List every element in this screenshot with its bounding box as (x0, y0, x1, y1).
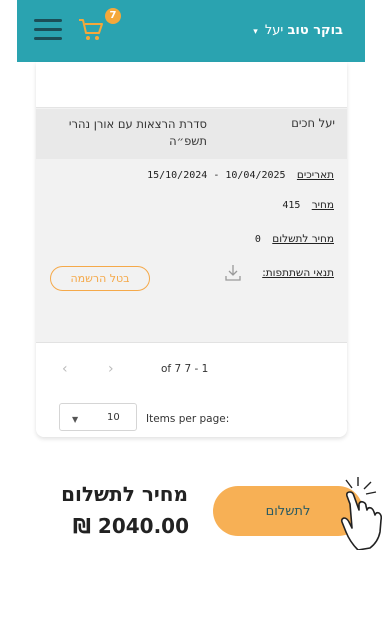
dates-line: תאריכים 10/04/2025 - 15/10/2024 (147, 169, 334, 181)
total-price-amount: 2040.00 ₪ (72, 514, 189, 538)
price-label: מחיר (311, 199, 334, 211)
dates-label: תאריכים (296, 169, 334, 181)
registration-row[interactable]: יעל חכים סדרת הרצאות עם אורן נהרי תשפ״ה (36, 109, 347, 159)
user-name: יעל (264, 23, 284, 38)
to-pay-value: 0 (254, 234, 261, 245)
terms-label[interactable]: תנאי השתתפות: (262, 267, 334, 279)
cart-count-badge: 7 (105, 8, 121, 24)
greeting-text: בוקר טוב (287, 23, 343, 38)
download-icon[interactable] (223, 263, 243, 283)
dropdown-caret-icon: ▼ (72, 415, 79, 424)
items-per-page-select[interactable]: ▼ 10 (59, 403, 137, 431)
price-value: 415 (282, 200, 301, 211)
course-name: סדרת הרצאות עם אורן נהרי תשפ״ה (68, 117, 207, 148)
total-price-label: מחיר לתשלום (61, 482, 188, 506)
card-top-spacer (36, 62, 347, 108)
student-name: יעל חכים (291, 116, 335, 130)
cancel-registration-button[interactable]: בטל הרשמה (50, 266, 150, 291)
to-pay-line: מחיר לתשלום 0 (255, 233, 334, 245)
to-pay-label: מחיר לתשלום (272, 233, 334, 245)
user-greeting[interactable]: בוקר טוב יעל ▾ (253, 23, 343, 38)
chevron-down-icon: ▾ (253, 27, 258, 37)
next-page-icon[interactable]: › (108, 361, 114, 377)
dates-value: 10/04/2025 - 15/10/2024 (147, 170, 286, 181)
previous-page-icon[interactable]: ‹ (62, 361, 68, 377)
items-per-page-value: 10 (107, 412, 120, 423)
pointing-hand-icon (340, 477, 382, 550)
price-line: מחיר 415 (282, 199, 334, 211)
cart-icon[interactable] (77, 15, 105, 43)
page-range: of 7 7 - 1 (161, 363, 209, 375)
terms-line: תנאי השתתפות: (262, 267, 334, 279)
items-per-page-label: Items per page: (146, 413, 230, 425)
hamburger-icon[interactable] (34, 19, 62, 41)
top-header: 7 בוקר טוב יעל ▾ (17, 0, 365, 62)
card-pagination: ‹ › of 7 7 - 1 ▼ 10 Items per page: (36, 342, 347, 437)
registration-card: יעל חכים סדרת הרצאות עם אורן נהרי תשפ״ה … (36, 62, 347, 437)
